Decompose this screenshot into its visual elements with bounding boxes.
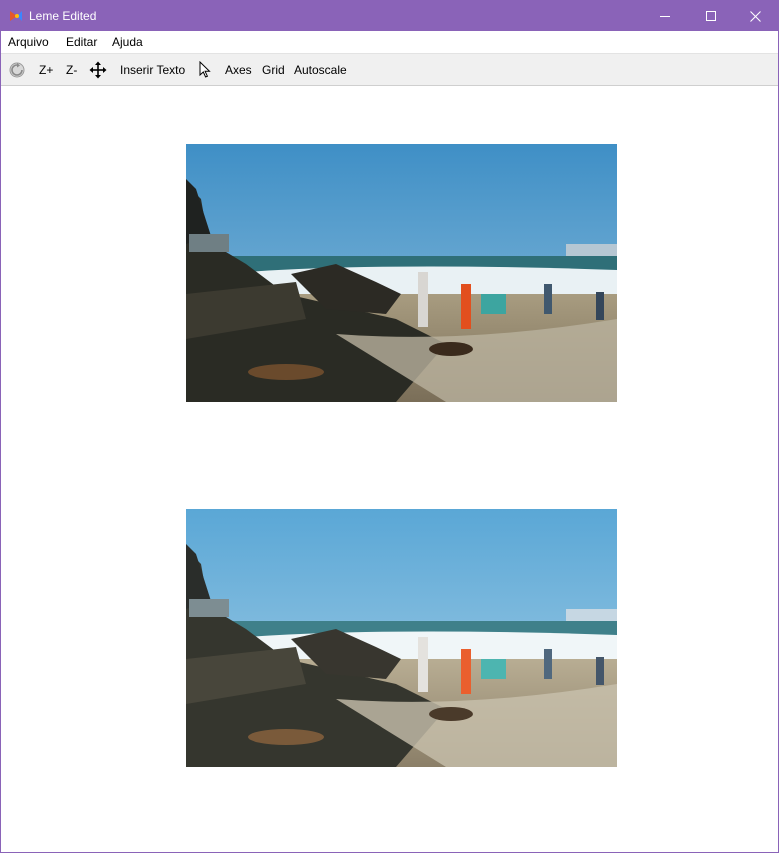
- grid-button[interactable]: Grid: [262, 63, 285, 77]
- axes-button[interactable]: Axes: [225, 63, 252, 77]
- menu-ajuda[interactable]: Ajuda: [112, 35, 143, 49]
- move-icon[interactable]: [89, 61, 107, 79]
- maximize-button[interactable]: [688, 1, 734, 31]
- title-bar[interactable]: Leme Edited: [1, 1, 778, 31]
- menu-bar: Arquivo Editar Ajuda: [1, 31, 778, 53]
- app-logo-icon: [10, 11, 22, 21]
- minimize-icon: [660, 16, 670, 17]
- close-button[interactable]: [732, 1, 778, 31]
- close-icon: [750, 11, 761, 22]
- menu-arquivo[interactable]: Arquivo: [8, 35, 49, 49]
- maximize-icon: [706, 11, 716, 21]
- minimize-button[interactable]: [642, 1, 688, 31]
- pointer-icon[interactable]: [197, 61, 215, 79]
- app-window: Leme Edited Arquivo Editar Ajuda Z+ Z- I…: [0, 0, 779, 853]
- image-canvas[interactable]: [1, 87, 778, 852]
- zoom-in-button[interactable]: Z+: [39, 63, 53, 77]
- insert-text-button[interactable]: Inserir Texto: [120, 63, 185, 77]
- beach-photo-edited: [186, 509, 617, 767]
- autoscale-button[interactable]: Autoscale: [294, 63, 347, 77]
- zoom-out-button[interactable]: Z-: [66, 63, 77, 77]
- toolbar: Z+ Z- Inserir Texto Axes Grid Autoscale: [1, 53, 778, 86]
- window-title: Leme Edited: [29, 9, 97, 23]
- menu-editar[interactable]: Editar: [66, 35, 97, 49]
- beach-photo-original: [186, 144, 617, 402]
- reset-icon[interactable]: [8, 61, 26, 79]
